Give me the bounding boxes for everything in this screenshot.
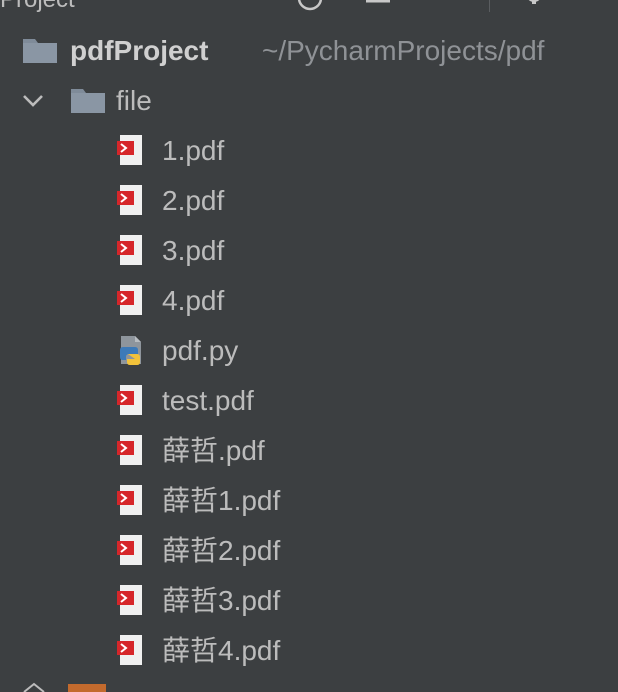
- chevron-down-icon[interactable]: [18, 86, 48, 116]
- pdf-file-icon: [117, 185, 142, 215]
- folder-icon: [71, 89, 105, 113]
- project-tool-window: Project: [0, 0, 618, 692]
- tree-file-row[interactable]: test.pdf: [0, 376, 618, 426]
- tool-window-header: Project: [0, 0, 618, 23]
- target-icon[interactable]: [296, 0, 324, 14]
- tool-window-title[interactable]: Project: [0, 0, 75, 12]
- tree-folder-row[interactable]: file: [0, 76, 618, 126]
- pdf-file-icon: [117, 635, 142, 665]
- tree-file-row[interactable]: pdf.py: [0, 326, 618, 376]
- pdf-file-icon: [117, 285, 142, 315]
- tree-file-row[interactable]: 1.pdf: [0, 126, 618, 176]
- tree-file-row[interactable]: 薛哲1.pdf: [0, 476, 618, 526]
- project-tree: pdfProject ~/PycharmProjects/pdf file 1.…: [0, 22, 618, 692]
- file-label: 薛哲.pdf: [162, 435, 265, 466]
- toolbar-separator: [489, 0, 490, 12]
- tree-file-row[interactable]: 薛哲.pdf: [0, 426, 618, 476]
- pdf-file-icon: [117, 585, 142, 615]
- file-label: 薛哲1.pdf: [162, 485, 281, 516]
- gear-icon[interactable]: [520, 0, 548, 14]
- folder-label: file: [116, 85, 152, 116]
- chevron-right-icon: [23, 682, 45, 692]
- pdf-file-icon: [117, 235, 142, 265]
- tree-file-row[interactable]: 薛哲3.pdf: [0, 576, 618, 626]
- next-row-partial: [0, 682, 618, 692]
- file-label: test.pdf: [162, 385, 254, 416]
- file-label: 薛哲3.pdf: [162, 585, 281, 616]
- folder-icon: [23, 39, 57, 63]
- pdf-file-icon: [117, 435, 142, 465]
- pdf-file-icon: [117, 385, 142, 415]
- tree-file-row[interactable]: 薛哲2.pdf: [0, 526, 618, 576]
- file-label: 1.pdf: [162, 135, 225, 166]
- pdf-file-icon: [117, 485, 142, 515]
- file-label: 4.pdf: [162, 285, 225, 316]
- collapse-all-icon[interactable]: [364, 0, 392, 14]
- file-label: pdf.py: [162, 335, 239, 366]
- expand-icon[interactable]: [432, 0, 460, 14]
- root-project-path: ~/PycharmProjects/pdf: [262, 35, 545, 66]
- tree-root-row[interactable]: pdfProject ~/PycharmProjects/pdf: [0, 26, 618, 76]
- folder-icon: [68, 684, 106, 692]
- root-project-name: pdfProject: [70, 35, 209, 66]
- file-label: 薛哲2.pdf: [162, 535, 281, 566]
- pdf-file-icon: [117, 135, 142, 165]
- file-label: 3.pdf: [162, 235, 225, 266]
- python-file-icon: [120, 336, 141, 365]
- tree-file-row[interactable]: 4.pdf: [0, 276, 618, 326]
- file-label: 2.pdf: [162, 185, 225, 216]
- tree-file-row[interactable]: 3.pdf: [0, 226, 618, 276]
- pdf-file-icon: [117, 535, 142, 565]
- tree-file-row[interactable]: 薛哲4.pdf: [0, 626, 618, 676]
- file-label: 薛哲4.pdf: [162, 635, 281, 666]
- tree-file-row[interactable]: 2.pdf: [0, 176, 618, 226]
